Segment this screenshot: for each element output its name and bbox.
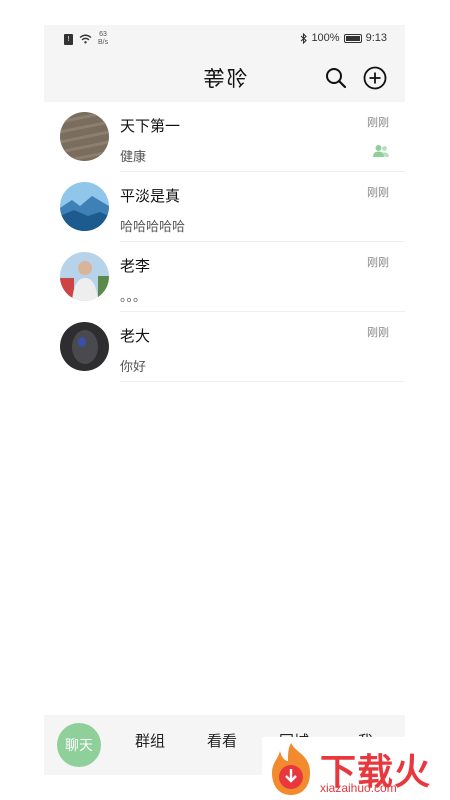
battery-icon	[343, 33, 362, 43]
sim-icon: !	[64, 33, 73, 45]
chat-time: 刚刚	[367, 327, 389, 339]
chat-item-laoli[interactable]: 老李 。。。 刚刚	[44, 242, 405, 312]
watermark-logo: 下载火 xiazaihuo.com	[262, 737, 450, 800]
chat-name: 平淡是真	[120, 188, 181, 205]
chat-time: 刚刚	[367, 257, 389, 269]
app-screen: ! 63 B/s 100% 9:13 邻等 天下第一 健康 刚刚 平淡是真 哈哈…	[44, 25, 405, 777]
tab-chat[interactable]: 聊天	[57, 723, 101, 767]
chat-item-pingdan[interactable]: 平淡是真 哈哈哈哈哈 刚刚	[44, 172, 405, 242]
chat-item-laoda[interactable]: 老大 你好 刚刚	[44, 312, 405, 382]
chat-name: 老李	[120, 258, 151, 275]
group-chat-icon	[373, 145, 389, 157]
avatar	[60, 112, 109, 161]
chat-time: 刚刚	[367, 117, 389, 129]
chat-list: 天下第一 健康 刚刚 平淡是真 哈哈哈哈哈 刚刚 老李 。。。 刚刚 老大 你好…	[44, 102, 405, 382]
avatar	[60, 182, 109, 231]
search-icon[interactable]	[323, 65, 349, 91]
wifi-icon	[79, 34, 92, 44]
chat-name: 老大	[120, 328, 151, 345]
add-icon[interactable]	[362, 65, 388, 91]
flame-download-icon	[272, 743, 310, 795]
row-divider	[120, 381, 405, 382]
network-speed: 63 B/s	[98, 31, 109, 46]
chat-message: 你好	[120, 359, 147, 374]
chat-time: 刚刚	[367, 187, 389, 199]
tab-groups[interactable]: 群组	[135, 730, 165, 751]
bluetooth-icon	[301, 32, 308, 44]
status-bar: ! 63 B/s 100% 9:13	[44, 25, 405, 53]
chat-item-tianxia[interactable]: 天下第一 健康 刚刚	[44, 102, 405, 172]
chat-message: 健康	[120, 149, 147, 164]
chat-name: 天下第一	[120, 118, 181, 135]
avatar	[60, 322, 109, 371]
battery-percent: 100%	[311, 32, 340, 44]
chat-message: 哈哈哈哈哈	[120, 219, 186, 234]
top-bar: ! 63 B/s 100% 9:13 邻等	[44, 25, 405, 102]
avatar	[60, 252, 109, 301]
watermark-site: xiazaihuo.com	[320, 781, 397, 795]
clock: 9:13	[365, 32, 387, 44]
chat-message: 。。。	[120, 289, 147, 304]
tab-watch[interactable]: 看看	[207, 730, 237, 751]
page-title: 邻等	[201, 68, 248, 91]
